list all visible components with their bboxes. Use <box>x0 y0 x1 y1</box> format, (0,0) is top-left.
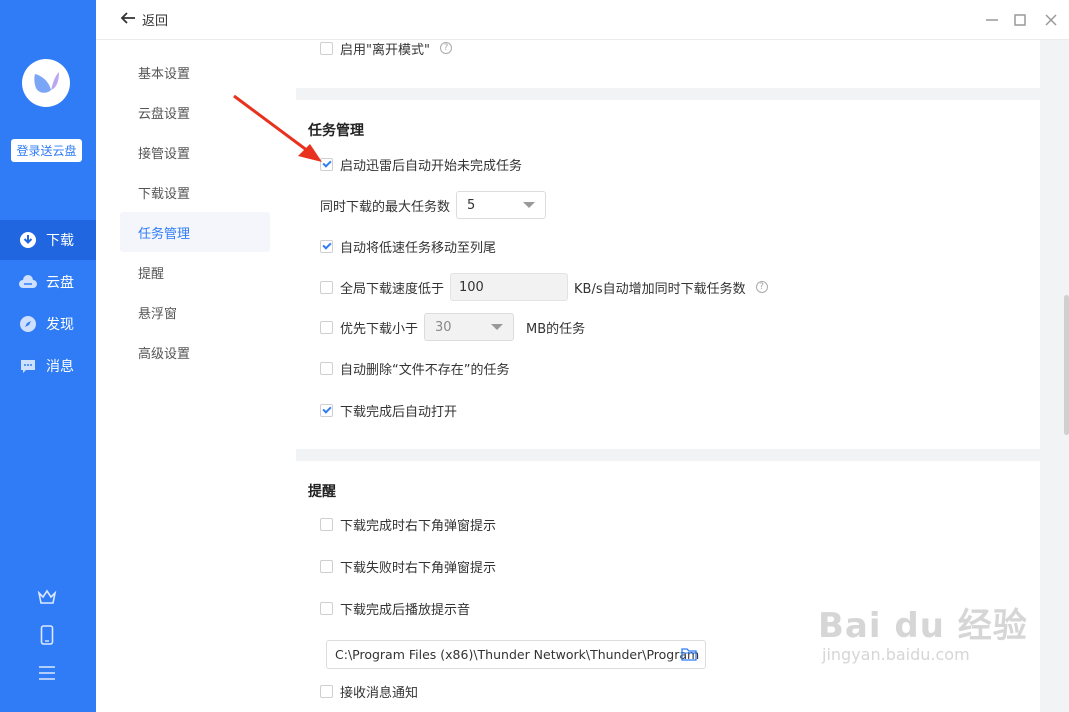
receive-msg-checkbox[interactable] <box>320 684 333 698</box>
card-task-management: 任务管理 启动迅雷后自动开始未完成任务 同时下载的最大任务数 5 自动将低速任务… <box>296 100 1040 449</box>
away-mode-label: 启用"离开模式" <box>340 42 430 58</box>
scrollbar-thumb[interactable] <box>1064 295 1069 435</box>
settings-nav-float-window[interactable]: 悬浮窗 <box>120 292 270 332</box>
away-mode-option[interactable]: 启用"离开模式" ? <box>320 40 452 58</box>
auto-open-checkbox[interactable] <box>320 403 333 417</box>
sidebar-item-download[interactable]: 下载 <box>0 220 96 260</box>
max-tasks-label: 同时下载的最大任务数 <box>320 199 451 215</box>
app-sidebar: 登录送云盘 下载 云盘 发现 消息 <box>0 0 96 712</box>
message-icon <box>18 356 38 376</box>
watermark-main: Bai du 经验 <box>818 606 1028 646</box>
download-icon <box>18 230 38 250</box>
auto-delete-label: 自动删除“文件不存在”的任务 <box>340 362 510 378</box>
popup-fail-label: 下载失败时右下角弹窗提示 <box>340 560 497 576</box>
popup-fail-option[interactable]: 下载失败时右下角弹窗提示 <box>320 557 497 576</box>
sound-label: 下载完成后播放提示音 <box>340 602 471 618</box>
auto-open-option[interactable]: 下载完成后自动打开 <box>320 401 458 420</box>
sound-option[interactable]: 下载完成后播放提示音 <box>320 599 471 618</box>
hummingbird-icon <box>34 72 59 93</box>
card-partial: 启用"离开模式" ? <box>296 40 1040 88</box>
away-mode-checkbox[interactable] <box>320 41 333 55</box>
move-slow-label: 自动将低速任务移动至列尾 <box>340 240 497 256</box>
sidebar-item-cloud[interactable]: 云盘 <box>0 262 96 302</box>
minimize-icon[interactable] <box>982 10 1002 30</box>
priority-label: 优先下载小于 <box>340 321 419 337</box>
popup-done-label: 下载完成时右下角弹窗提示 <box>340 518 497 534</box>
max-tasks-row: 同时下载的最大任务数 5 <box>320 190 552 220</box>
back-label: 返回 <box>142 14 169 29</box>
settings-nav-basic[interactable]: 基本设置 <box>120 52 270 92</box>
global-speed-row: 全局下载速度低于 100 KB/s自动增加同时下载任务数 ? <box>320 272 768 302</box>
max-tasks-value: 5 <box>467 197 476 213</box>
auto-delete-option[interactable]: 自动删除“文件不存在”的任务 <box>320 359 510 378</box>
sidebar-item-label: 下载 <box>46 233 74 249</box>
cloud-icon <box>18 272 38 292</box>
priority-value: 30 <box>435 319 452 335</box>
arrow-left-icon <box>120 10 136 29</box>
close-icon[interactable] <box>1041 10 1061 30</box>
back-button[interactable]: 返回 <box>120 10 168 29</box>
settings-nav-advanced[interactable]: 高级设置 <box>120 332 270 372</box>
menu-icon[interactable] <box>36 662 58 684</box>
card-remind: 提醒 下载完成时右下角弹窗提示 下载失败时右下角弹窗提示 下载完成后播放提示音 … <box>296 461 1040 712</box>
auto-delete-checkbox[interactable] <box>320 361 333 375</box>
auto-open-label: 下载完成后自动打开 <box>340 404 458 420</box>
top-bar: 返回 <box>96 0 1069 40</box>
watermark-sub: jingyan.baidu.com <box>822 645 970 664</box>
popup-done-option[interactable]: 下载完成时右下角弹窗提示 <box>320 515 497 534</box>
priority-row: 优先下载小于 30 MB的任务 <box>320 312 585 342</box>
red-arrow-icon <box>233 94 322 162</box>
sidebar-item-label: 消息 <box>46 359 74 375</box>
global-speed-checkbox[interactable] <box>320 280 333 294</box>
sound-path-value: C:\Program Files (x86)\Thunder Network\T… <box>335 647 700 662</box>
auto-start-option[interactable]: 启动迅雷后自动开始未完成任务 <box>320 155 523 174</box>
auto-start-label: 启动迅雷后自动开始未完成任务 <box>340 158 523 174</box>
max-tasks-select[interactable]: 5 <box>456 191 547 219</box>
compass-icon <box>18 314 38 334</box>
crown-icon[interactable] <box>36 586 58 608</box>
settings-nav-remind[interactable]: 提醒 <box>120 252 270 292</box>
global-speed-label: 全局下载速度低于 <box>340 281 445 297</box>
priority-checkbox[interactable] <box>320 320 333 334</box>
priority-suffix: MB的任务 <box>526 321 586 337</box>
sidebar-item-label: 发现 <box>46 317 74 333</box>
maximize-icon[interactable] <box>1010 10 1030 30</box>
receive-msg-option[interactable]: 接收消息通知 <box>320 682 419 701</box>
folder-icon[interactable] <box>681 647 697 664</box>
settings-nav-task-management[interactable]: 任务管理 <box>120 212 270 252</box>
global-speed-input[interactable]: 100 <box>450 273 569 301</box>
chevron-down-icon <box>523 202 536 208</box>
help-icon[interactable]: ? <box>439 42 452 54</box>
login-cloud-button[interactable]: 登录送云盘 <box>11 139 82 162</box>
priority-select[interactable]: 30 <box>424 313 515 341</box>
move-slow-option[interactable]: 自动将低速任务移动至列尾 <box>320 237 497 256</box>
baidu-watermark: Bai du 经验 jingyan.baidu.com <box>818 598 1028 664</box>
sound-checkbox[interactable] <box>320 601 333 615</box>
sidebar-item-label: 云盘 <box>46 275 74 291</box>
chevron-down-icon <box>491 324 504 330</box>
phone-icon[interactable] <box>36 624 58 646</box>
move-slow-checkbox[interactable] <box>320 239 333 253</box>
help-icon[interactable]: ? <box>755 281 768 293</box>
section-title-remind: 提醒 <box>308 484 336 500</box>
receive-msg-label: 接收消息通知 <box>340 685 419 701</box>
popup-done-checkbox[interactable] <box>320 517 333 531</box>
sidebar-item-message[interactable]: 消息 <box>0 346 96 386</box>
global-speed-suffix: KB/s自动增加同时下载任务数 <box>574 281 746 297</box>
settings-nav-download[interactable]: 下载设置 <box>120 172 270 212</box>
sidebar-item-discover[interactable]: 发现 <box>0 304 96 344</box>
popup-fail-checkbox[interactable] <box>320 559 333 573</box>
app-logo[interactable] <box>22 59 70 107</box>
sound-path-input[interactable]: C:\Program Files (x86)\Thunder Network\T… <box>326 640 706 669</box>
